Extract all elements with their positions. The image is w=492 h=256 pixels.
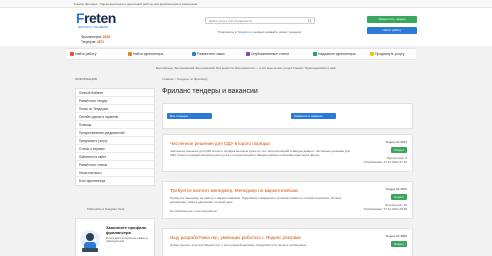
telegram-subscribe: Подпишись в Telegram и первым узнавай о … xyxy=(218,30,302,34)
breadcrumb[interactable]: Главная > Тендеры по Фрилансу xyxy=(162,77,208,81)
sidebar-menu: Личный Кабинет Разместить тендер Поиск п… xyxy=(75,88,155,186)
person-icon xyxy=(128,52,132,56)
sidebar-item-post-tender[interactable]: Разместить тендер xyxy=(76,97,154,105)
sidebar-item-offer-service[interactable]: Предложить услугу xyxy=(76,137,154,145)
sidebar-item-blog[interactable]: Блог фрилансера xyxy=(76,177,154,185)
logo-tagline: ФРИЛАНС ТЕНДЕРЫ xyxy=(78,25,109,29)
top-info-text: Freeten.Фриланс - биржа фриланса и удале… xyxy=(74,2,198,6)
find-work-button[interactable]: Найти работу xyxy=(367,27,417,34)
sidebar-item-notifications[interactable]: Предоставление уведомлений xyxy=(76,129,154,137)
tender-title[interactable]: Ищу разработчика игр, умеющих работать с… xyxy=(170,235,301,240)
site-header: Freten ФРИЛАНС ТЕНДЕРЫ Фрилансеров: 2226… xyxy=(0,8,492,46)
sidebar-item-post-article[interactable]: Разместить статью xyxy=(76,161,154,169)
briefcase-icon xyxy=(70,52,74,56)
promo-text: И получайте интересные заказы от работод… xyxy=(106,237,149,244)
nav-find-freelancer[interactable]: Найти фрилансера xyxy=(128,52,163,56)
promo-notice: Бесплатные. Без вложений. Без комиссий. … xyxy=(155,66,337,70)
tender-number: Тендер № 2869 xyxy=(385,234,407,238)
nav-find-work[interactable]: Найти работу xyxy=(70,52,96,56)
sidebar-item-online-deals[interactable]: Онлайн сделки и гарантии xyxy=(76,113,154,121)
tender-card[interactable]: Требуется контент менеджер. Менеджер по … xyxy=(162,181,413,219)
freelancers-count: 2226 xyxy=(102,35,110,39)
tender-date: Опубликован: 27.12.2021 05:38 xyxy=(363,207,407,211)
logo-wordmark: Freten xyxy=(76,10,116,26)
main-nav: Найти работу Найти фрилансера Разместить… xyxy=(66,48,416,60)
sidebar-item-listings[interactable]: Лайтинги на сайте xyxy=(76,153,154,161)
tenders-count: 2871 xyxy=(96,39,105,44)
post-tender-button[interactable]: Разместить тендер xyxy=(367,16,417,23)
tender-card[interactable]: Численное решение для ОДУ второго порядк… xyxy=(162,134,413,172)
sidebar-item-cabinet[interactable]: Личный Кабинет xyxy=(76,89,154,97)
edit-icon xyxy=(192,52,196,56)
document-icon xyxy=(246,52,250,56)
tender-description: Численное решение для ОДУ второго порядк… xyxy=(170,149,350,157)
tender-date: Опубликован: 27.12.2021 07:45 xyxy=(363,160,407,164)
rocket-icon xyxy=(370,52,374,56)
tender-open-button[interactable]: Открыт xyxy=(391,194,407,200)
search-icon[interactable] xyxy=(308,19,312,23)
tender-title[interactable]: Требуется контент менеджер. Менеджер по … xyxy=(170,188,298,193)
category-select[interactable]: Все тендеры xyxy=(167,113,212,119)
promo-title: Заполните профиль фрилансера xyxy=(106,225,147,235)
tender-description: Нужно сделать игру для Яндекс игр, с инт… xyxy=(170,243,308,247)
telegram-bot-link[interactable]: Работайте в Telegram бота xyxy=(87,207,124,211)
sidebar-item-contacts[interactable]: Наши контакты xyxy=(76,169,154,177)
search-box xyxy=(205,17,315,24)
tender-description: Требуется менеджер на работу с маркетпле… xyxy=(170,196,342,204)
tender-number: Тендер № 2871 xyxy=(385,140,407,144)
nav-post-order[interactable]: Разместить заказ xyxy=(192,52,225,56)
telegram-link[interactable]: Telegram xyxy=(237,30,249,34)
nav-promote-service[interactable]: Продвинуть услугу xyxy=(370,52,405,56)
profile-promo-card[interactable]: Заполните профиль фрилансера И получайте… xyxy=(75,218,155,256)
tender-title[interactable]: Численное решение для ОДУ второго порядк… xyxy=(170,141,270,146)
tender-filters: Все тендеры Разместить задание xyxy=(162,103,413,129)
sidebar-item-search-tenders[interactable]: Поиск по Тендерам xyxy=(76,105,154,113)
site-stats: Фрилансеров: 2226 Тендеров: 2871 xyxy=(81,35,110,44)
post-task-select[interactable]: Разместить задание xyxy=(291,113,336,119)
shield-icon xyxy=(313,52,317,56)
tender-card[interactable]: Ищу разработчика игр, умеющих работать с… xyxy=(162,228,413,256)
search-input[interactable] xyxy=(206,18,302,23)
nav-articles[interactable]: Опубликованные статьи xyxy=(246,52,289,56)
tender-number: Тендер № 2870 xyxy=(385,187,407,191)
page-title: Фриланс тендеры и вакансии xyxy=(162,88,258,95)
site-logo[interactable]: Freten ФРИЛАНС ТЕНДЕРЫ xyxy=(76,10,116,29)
top-info-bar: Freeten.Фриланс - биржа фриланса и удале… xyxy=(0,0,492,8)
sidebar-title: ИНФОРМАЦИЯ xyxy=(75,77,97,81)
sidebar-item-about-articles[interactable]: Статьи о сервисе xyxy=(76,145,154,153)
freelancer-illustration xyxy=(80,230,100,252)
tender-open-button[interactable]: Открыт xyxy=(391,147,407,153)
tender-note: Не обязательно с опытом работы xyxy=(170,209,217,213)
tender-open-button[interactable]: Открыт xyxy=(391,241,407,247)
sidebar-item-help[interactable]: Помощь xyxy=(76,121,154,129)
nav-trusted-freelancers[interactable]: Надежные фрилансеры xyxy=(313,52,356,56)
